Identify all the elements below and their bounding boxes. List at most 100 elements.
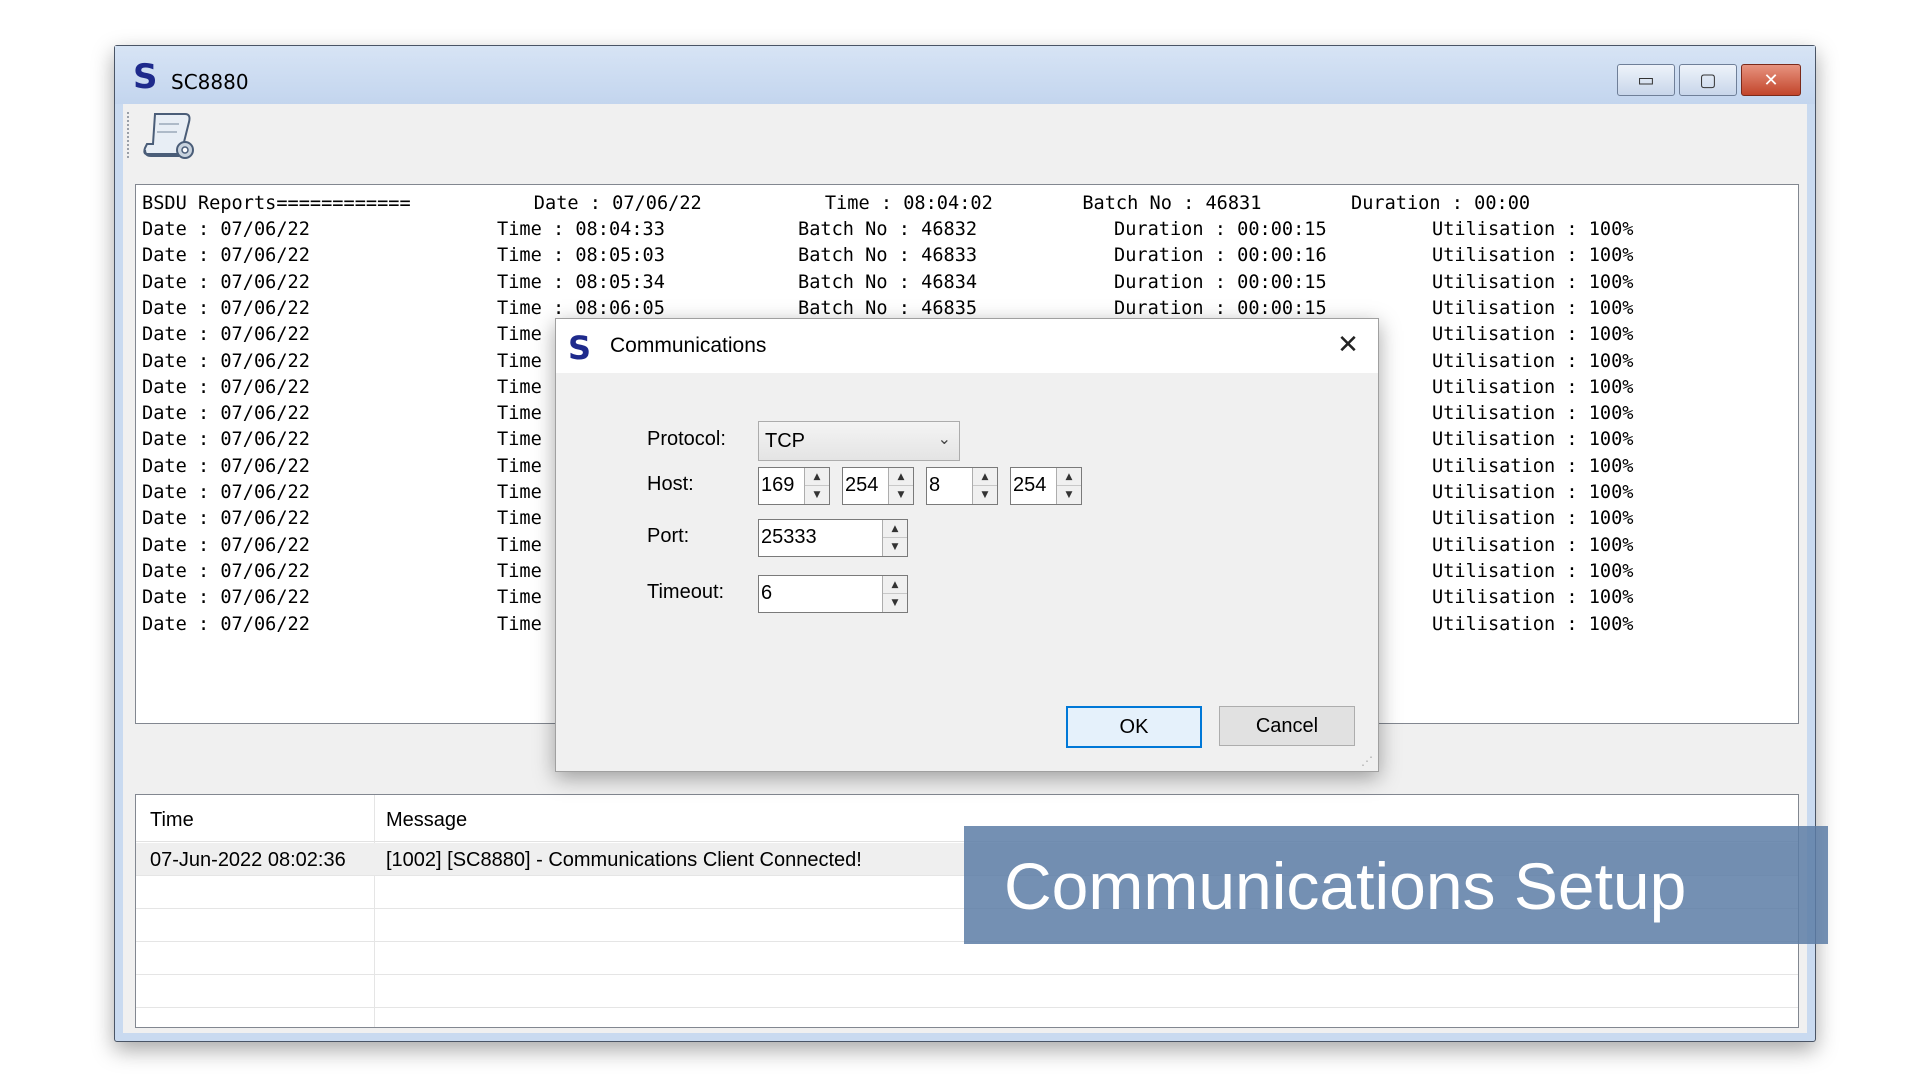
log-row-empty [136,942,1798,975]
log-row-empty [136,975,1798,1008]
report-cell-time: Time [497,376,542,398]
report-cell-time: Time [497,534,542,556]
up-arrow-icon[interactable]: ▲ [805,468,829,486]
report-cell-util: Utilisation : 100% [1432,587,1634,609]
report-cell-batch: Batch No : 46834 [798,271,978,293]
log-cell-message: [1002] [SC8880] - Communications Client … [386,849,862,871]
report-cell-util: Utilisation : 100% [1432,455,1634,477]
down-arrow-icon[interactable]: ▼ [973,486,997,503]
port-input[interactable] [761,522,879,552]
minimize-button[interactable]: ▭ [1617,64,1675,96]
caption-text: Communications Setup [1004,849,1687,923]
report-cell-time: Time [497,613,542,635]
up-arrow-icon[interactable]: ▲ [883,520,907,538]
report-cell-util: Utilisation : 100% [1432,613,1634,635]
host-octet-1[interactable]: ▲▼ [758,467,830,505]
report-cell-time: Time [497,482,542,503]
dialog-close-icon[interactable]: ✕ [1328,325,1368,365]
cancel-button[interactable]: Cancel [1219,706,1355,746]
maximize-button[interactable]: ▢ [1679,64,1737,96]
report-cell-time: Time [497,429,542,451]
report-cell-time: Time : 08:04:33 [497,219,665,240]
close-button[interactable]: ✕ [1741,64,1801,96]
timeout-input[interactable] [761,578,879,608]
report-cell-date: Date : 07/06/22 [142,324,310,346]
report-cell-date: Date : 07/06/22 [142,455,310,477]
host-octet-4[interactable]: ▲▼ [1010,467,1082,505]
report-cell-date: Date : 07/06/22 [142,534,310,556]
report-cell-time: Time [497,508,542,530]
report-cell-date: Date : 07/06/22 [142,245,310,267]
down-arrow-icon[interactable]: ▼ [883,538,907,555]
report-cell-date: Date : 07/06/22 [142,587,310,609]
dialog-title: Communications [610,334,767,357]
report-cell-date: Date : 07/06/22 [142,429,310,451]
down-arrow-icon[interactable]: ▼ [883,594,907,611]
up-arrow-icon[interactable]: ▲ [883,576,907,594]
host-octet-4-spinner[interactable]: ▲ ▼ [1056,468,1081,504]
report-cell-util: Utilisation : 100% [1432,560,1634,582]
report-cell-util: Utilisation : 100% [1432,534,1634,556]
report-cell-util: Utilisation : 100% [1432,271,1634,293]
report-cell-time: Time : 08:05:34 [497,271,665,293]
caption-banner: Communications Setup [964,826,1828,944]
report-cell-util: Utilisation : 100% [1432,245,1634,267]
log-cell-time: 07-Jun-2022 08:02:36 [150,849,346,871]
title-bar[interactable]: S SC8880 ▭ ▢ ✕ [115,46,1815,104]
report-cell-util: Utilisation : 100% [1432,482,1634,503]
host-octet-3-input[interactable] [929,470,969,500]
protocol-select[interactable]: TCP ⌄ [758,421,960,461]
report-cell-date: Date : 07/06/22 [142,508,310,530]
host-octet-2-input[interactable] [845,470,885,500]
port-label: Port: [647,525,690,547]
report-cell-batch: Batch No : 46833 [798,245,978,267]
down-arrow-icon[interactable]: ▼ [805,486,829,503]
host-octet-2-spinner[interactable]: ▲ ▼ [888,468,913,504]
timeout-spinner[interactable]: ▲ ▼ [882,576,907,612]
report-cell-util: Utilisation : 100% [1432,376,1634,398]
report-cell-util: Utilisation : 100% [1432,429,1634,451]
dialog-title-bar[interactable]: S Communications ✕ [556,319,1378,373]
report-settings-icon [143,113,194,159]
communications-dialog: S Communications ✕ Protocol: TCP ⌄ Host:… [555,318,1379,772]
port-stepper[interactable]: ▲▼ [758,519,908,557]
log-column-message[interactable]: Message [386,809,467,832]
report-cell-util: Utilisation : 100% [1432,324,1634,346]
report-cell-date: Date : 07/06/22 [142,219,310,240]
report-cell-duration: Duration : 00:00:15 [1114,219,1327,240]
report-cell-time: Time [497,587,542,609]
window-title: SC8880 [171,70,249,94]
host-octet-1-spinner[interactable]: ▲ ▼ [804,468,829,504]
report-cell-duration: Duration : 00:00:15 [1114,271,1327,293]
up-arrow-icon[interactable]: ▲ [889,468,913,486]
protocol-label: Protocol: [647,428,726,450]
host-octet-2[interactable]: ▲▼ [842,467,914,505]
host-octet-1-input[interactable] [761,470,801,500]
port-spinner[interactable]: ▲ ▼ [882,520,907,556]
report-cell-time: Time : 08:05:03 [497,245,665,267]
dialog-logo-icon: S [568,329,592,367]
report-cell-date: Date : 07/06/22 [142,403,310,425]
report-cell-time: Time [497,324,542,346]
report-cell-duration: Duration : 00:00:16 [1114,245,1327,267]
toolbar [123,104,1807,168]
resize-grip-icon[interactable]: ⋰ [1361,754,1375,768]
report-settings-button[interactable] [141,110,199,162]
up-arrow-icon[interactable]: ▲ [1057,468,1081,486]
report-cell-date: Date : 07/06/22 [142,613,310,635]
ok-button[interactable]: OK [1066,706,1202,748]
report-header-line: BSDU Reports============ Date : 07/06/22… [142,193,1531,214]
down-arrow-icon[interactable]: ▼ [889,486,913,503]
host-octet-3-spinner[interactable]: ▲ ▼ [972,468,997,504]
timeout-stepper[interactable]: ▲▼ [758,575,908,613]
report-cell-date: Date : 07/06/22 [142,376,310,398]
log-column-time[interactable]: Time [150,809,194,832]
report-cell-date: Date : 07/06/22 [142,297,310,319]
down-arrow-icon[interactable]: ▼ [1057,486,1081,503]
report-cell-time: Time [497,455,542,477]
report-cell-util: Utilisation : 100% [1432,297,1634,319]
toolbar-grip[interactable] [127,112,131,158]
host-octet-3[interactable]: ▲▼ [926,467,998,505]
host-octet-4-input[interactable] [1013,470,1053,500]
up-arrow-icon[interactable]: ▲ [973,468,997,486]
